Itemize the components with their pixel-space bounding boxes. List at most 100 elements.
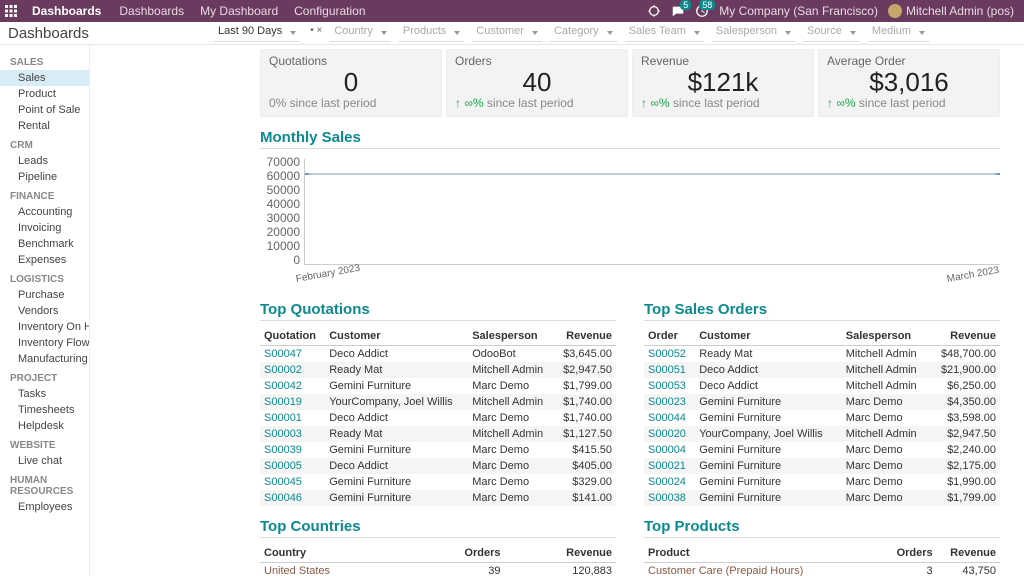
link[interactable]: S00003 [260, 426, 325, 442]
sidebar-item-vendors[interactable]: Vendors [0, 303, 89, 319]
link[interactable]: United States [260, 563, 413, 576]
topbar-right: 5 58 My Company (San Francisco) Mitchell… [647, 4, 1024, 18]
link[interactable]: S00021 [644, 458, 695, 474]
filter-salesperson[interactable]: Salesperson [712, 25, 795, 42]
cell: $2,240.00 [930, 442, 1000, 458]
cell: OdooBot [468, 346, 554, 363]
avatar-icon [888, 4, 902, 18]
table-row: S00005Deco AddictMarc Demo$405.00 [260, 458, 616, 474]
sidebar-item-benchmark[interactable]: Benchmark [0, 236, 89, 252]
top-products-title: Top Products [644, 518, 1000, 538]
sidebar-item-expenses[interactable]: Expenses [0, 252, 89, 268]
sidebar-item-purchase[interactable]: Purchase [0, 287, 89, 303]
nav-dashboards[interactable]: Dashboards [111, 4, 192, 18]
filter-products[interactable]: Products [399, 25, 464, 42]
sidebar-item-product[interactable]: Product [0, 86, 89, 102]
sidebar-item-employees[interactable]: Employees [0, 499, 89, 515]
link[interactable]: S00020 [644, 426, 695, 442]
link[interactable]: S00005 [260, 458, 325, 474]
table-row: S00044Gemini FurnitureMarc Demo$3,598.00 [644, 410, 1000, 426]
link[interactable]: Customer Care (Prepaid Hours) [644, 563, 885, 576]
apps-icon[interactable] [0, 5, 22, 17]
cell: Marc Demo [842, 474, 930, 490]
table-row: S00047Deco AddictOdooBot$3,645.00 [260, 346, 616, 363]
sidebar-item-live-chat[interactable]: Live chat [0, 453, 89, 469]
filter-clear[interactable]: • × [310, 25, 322, 42]
col-revenue: Revenue [505, 544, 617, 563]
filter-source[interactable]: Source [803, 25, 860, 42]
link[interactable]: S00038 [644, 490, 695, 506]
top-orders-table: OrderCustomerSalespersonRevenue S00052Re… [644, 327, 1000, 506]
sidebar-item-leads[interactable]: Leads [0, 153, 89, 169]
sidebar-group-sales: SALES [0, 51, 89, 70]
link[interactable]: S00046 [260, 490, 325, 506]
filter-category[interactable]: Category [550, 25, 617, 42]
link[interactable]: S00002 [260, 362, 325, 378]
sidebar-item-manufacturing[interactable]: Manufacturing [0, 351, 89, 367]
cell: Marc Demo [468, 490, 554, 506]
filter-sales-team[interactable]: Sales Team [625, 25, 704, 42]
cell: Mitchell Admin [842, 378, 930, 394]
link[interactable]: S00051 [644, 362, 695, 378]
cell: $2,947.50 [930, 426, 1000, 442]
sidebar-group-human-resources: HUMAN RESOURCES [0, 469, 89, 499]
filter-country[interactable]: Country [330, 25, 391, 42]
user-menu[interactable]: Mitchell Admin (pos) [888, 4, 1014, 18]
sidebar-item-helpdesk[interactable]: Helpdesk [0, 418, 89, 434]
link[interactable]: S00045 [260, 474, 325, 490]
link[interactable]: S00024 [644, 474, 695, 490]
sidebar-item-point-of-sale[interactable]: Point of Sale [0, 102, 89, 118]
kpi-sub: ↑ ∞% since last period [641, 96, 805, 110]
link[interactable]: S00039 [260, 442, 325, 458]
activities-icon[interactable]: 58 [695, 4, 709, 18]
sidebar-item-timesheets[interactable]: Timesheets [0, 402, 89, 418]
filter-bar: Last 90 Days • × Country Products Customer Ca… [206, 25, 929, 42]
sidebar-item-inventory-flow[interactable]: Inventory Flow [0, 335, 89, 351]
cell: Deco Addict [325, 458, 468, 474]
company-switcher[interactable]: My Company (San Francisco) [719, 4, 878, 18]
top-countries-table: CountryOrdersRevenue United States39120,… [260, 544, 616, 576]
cell: $2,175.00 [930, 458, 1000, 474]
filter-last-90-days[interactable]: Last 90 Days [214, 25, 300, 42]
top-countries-title: Top Countries [260, 518, 616, 538]
nav-configuration[interactable]: Configuration [286, 4, 373, 18]
cell: $141.00 [554, 490, 616, 506]
sidebar-item-accounting[interactable]: Accounting [0, 204, 89, 220]
cell: Marc Demo [468, 442, 554, 458]
col-orders: Orders [885, 544, 937, 563]
nav-my-dashboard[interactable]: My Dashboard [192, 4, 286, 18]
link[interactable]: S00053 [644, 378, 695, 394]
cell: Ready Mat [325, 426, 468, 442]
sidebar-item-inventory-on-hand[interactable]: Inventory On Hand [0, 319, 89, 335]
sidebar-item-invoicing[interactable]: Invoicing [0, 220, 89, 236]
ytick: 40000 [260, 197, 300, 211]
link[interactable]: S00023 [644, 394, 695, 410]
sidebar-item-tasks[interactable]: Tasks [0, 386, 89, 402]
filter-medium[interactable]: Medium [868, 25, 929, 42]
col-revenue: Revenue [554, 327, 616, 346]
link[interactable]: S00004 [644, 442, 695, 458]
debug-icon[interactable] [647, 4, 661, 18]
kpi-revenue: Revenue$121k↑ ∞% since last period [632, 49, 814, 117]
link[interactable]: S00042 [260, 378, 325, 394]
link[interactable]: S00001 [260, 410, 325, 426]
page-title: Dashboards [0, 25, 206, 42]
filter-customer[interactable]: Customer [472, 25, 542, 42]
messages-icon[interactable]: 5 [671, 4, 685, 18]
table-row: S00042Gemini FurnitureMarc Demo$1,799.00 [260, 378, 616, 394]
subheader: Dashboards Last 90 Days • × Country Product… [0, 22, 1024, 45]
sidebar-item-rental[interactable]: Rental [0, 118, 89, 134]
top-products-table: ProductOrdersRevenue Customer Care (Prep… [644, 544, 1000, 576]
cell: $21,900.00 [930, 362, 1000, 378]
sidebar-item-pipeline[interactable]: Pipeline [0, 169, 89, 185]
cell: Marc Demo [468, 410, 554, 426]
link[interactable]: S00047 [260, 346, 325, 363]
cell: Gemini Furniture [695, 490, 842, 506]
link[interactable]: S00052 [644, 346, 695, 363]
link[interactable]: S00044 [644, 410, 695, 426]
sidebar-item-sales[interactable]: Sales [0, 70, 89, 86]
col-customer: Customer [325, 327, 468, 346]
table-row: S00023Gemini FurnitureMarc Demo$4,350.00 [644, 394, 1000, 410]
sidebar-group-logistics: LOGISTICS [0, 268, 89, 287]
link[interactable]: S00019 [260, 394, 325, 410]
